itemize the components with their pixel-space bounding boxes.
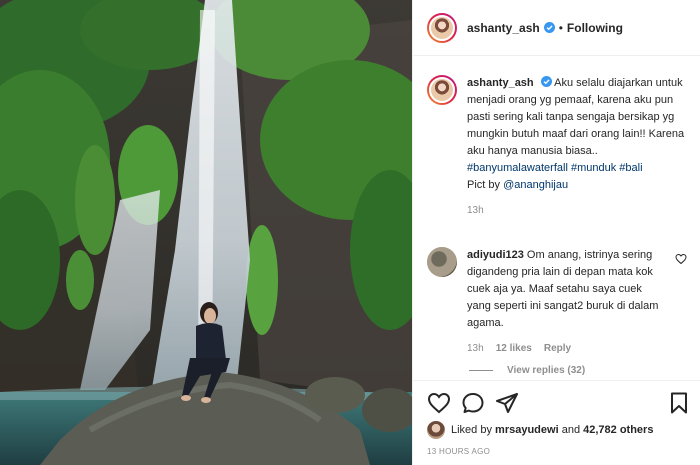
commenter-username[interactable]: adiyudi123 xyxy=(467,249,524,261)
hashtag-link[interactable]: #banyumalawaterfall xyxy=(467,162,568,174)
comment-text: Om anang, istrinya sering digandeng pria… xyxy=(467,249,659,329)
verified-icon xyxy=(540,76,552,87)
instagram-post: ashanty_ash • Following ashanty_ash Aku … xyxy=(0,0,700,465)
following-button[interactable]: Following xyxy=(567,21,623,35)
save-icon[interactable] xyxy=(667,391,691,415)
caption-body: ashanty_ash Aku selalu diajarkan untuk m… xyxy=(467,75,693,219)
caption-text: Aku selalu diajarkan untuk menjadi orang… xyxy=(467,77,685,157)
liker-username[interactable]: mrsayudewi xyxy=(495,424,559,436)
comment-meta: 13h 12 likes Reply xyxy=(467,340,667,357)
post-photo[interactable] xyxy=(0,0,412,465)
view-replies-button[interactable]: View replies (32) xyxy=(469,365,585,376)
commenter-avatar[interactable] xyxy=(427,247,457,277)
reply-button[interactable]: Reply xyxy=(544,340,571,357)
comment-time[interactable]: 13h xyxy=(467,340,484,357)
separator-dot: • xyxy=(558,20,563,35)
heart-small-icon[interactable] xyxy=(675,253,687,265)
likes-others-link[interactable]: 42,782 others xyxy=(583,424,653,436)
action-bar xyxy=(413,380,700,424)
likes-and: and xyxy=(561,424,581,436)
comments-section: ashanty_ash Aku selalu diajarkan untuk m… xyxy=(413,57,700,380)
replies-divider xyxy=(469,370,493,371)
comment-likes[interactable]: 12 likes xyxy=(496,340,532,357)
waterfall-photo xyxy=(0,0,412,465)
likes-prefix: Liked by xyxy=(451,424,492,436)
post-details-panel: ashanty_ash • Following ashanty_ash Aku … xyxy=(412,0,700,465)
verified-icon xyxy=(543,22,555,33)
like-icon[interactable] xyxy=(427,391,451,415)
author-avatar[interactable] xyxy=(427,12,457,43)
hashtag-link[interactable]: #munduk xyxy=(571,162,616,174)
liker-avatar[interactable] xyxy=(427,421,445,439)
author-username[interactable]: ashanty_ash xyxy=(467,21,540,35)
caption-author-avatar[interactable] xyxy=(427,75,457,105)
post-header: ashanty_ash • Following xyxy=(413,0,700,56)
view-replies-label[interactable]: View replies (32) xyxy=(507,365,585,376)
comment-item: adiyudi123 Om anang, istrinya sering dig… xyxy=(427,247,695,357)
post-caption: ashanty_ash Aku selalu diajarkan untuk m… xyxy=(427,75,695,219)
hashtag-link[interactable]: #bali xyxy=(619,162,642,174)
likes-row: Liked by mrsayudewi and 42,782 others xyxy=(427,421,653,439)
caption-credit-prefix: Pict by xyxy=(467,179,501,191)
post-timestamp[interactable]: 13 HOURS AGO xyxy=(427,447,490,456)
mention-link[interactable]: @ananghijau xyxy=(503,179,568,191)
comment-body: adiyudi123 Om anang, istrinya sering dig… xyxy=(467,247,667,357)
share-icon[interactable] xyxy=(495,391,519,415)
comment-icon[interactable] xyxy=(461,391,485,415)
caption-username[interactable]: ashanty_ash xyxy=(467,77,534,89)
caption-time[interactable]: 13h xyxy=(467,202,693,219)
